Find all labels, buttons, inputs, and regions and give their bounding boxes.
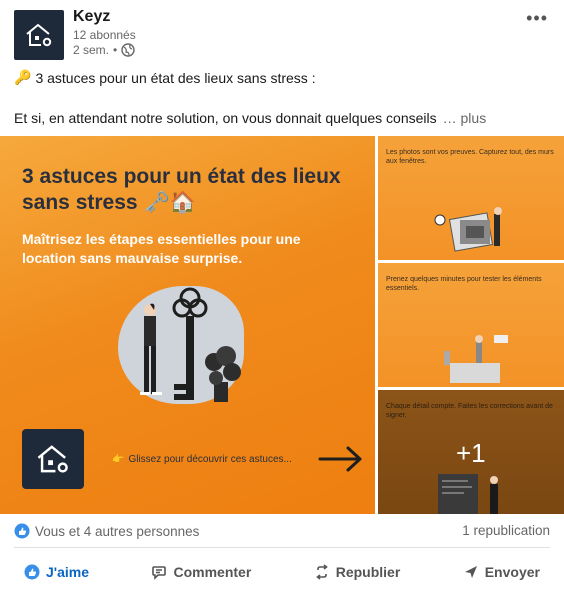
more-options-icon[interactable]: ••• [526, 8, 548, 29]
company-logo[interactable] [14, 10, 64, 60]
more-images-count: +1 [456, 438, 486, 468]
repost-label: Republier [335, 564, 401, 580]
post-media[interactable]: 3 astuces pour un état des lieux sans st… [0, 136, 564, 514]
see-more-link[interactable]: … plus [443, 110, 487, 126]
post-meta: 2 sem. • [73, 43, 135, 57]
like-reaction-icon [14, 523, 30, 539]
company-name[interactable]: Keyz [73, 8, 110, 26]
photos-illustration [434, 207, 502, 252]
swipe-hint-text: Glissez pour découvrir ces astuces... [128, 454, 292, 465]
send-icon [464, 566, 477, 578]
thumbs-up-icon [24, 564, 40, 580]
post-text: 3 astuces pour un état des lieux sans st… [35, 69, 316, 86]
follower-count: 12 abonnés [73, 28, 136, 42]
post-header: Keyz 12 abonnés 2 sem. • ••• [14, 8, 550, 60]
main-image[interactable]: 3 astuces pour un état des lieux sans st… [0, 136, 375, 514]
key-house-emoji-icon: 🗝️🏠 [143, 191, 196, 214]
post-text-line2: Et si, en attendant notre solution, on v… [14, 110, 486, 126]
action-bar: J'aime Commenter Republier Envoyer [14, 558, 550, 586]
post-body: Et si, en attendant notre solution, on v… [14, 110, 437, 126]
home-key-icon [26, 23, 52, 47]
image-logo [22, 429, 84, 489]
reposts-count[interactable]: 1 republication [462, 523, 550, 538]
post-stats: Vous et 4 autres personnes 1 republicati… [14, 522, 550, 542]
carousel-thumbnail-3[interactable]: Chaque détail compte. Faites les correct… [378, 390, 564, 514]
arrow-right-icon [318, 446, 362, 472]
repost-icon [315, 564, 328, 580]
comment-label: Commenter [173, 564, 252, 580]
carousel-thumbnail-2[interactable]: Prenez quelques minutes pour tester les … [378, 263, 564, 387]
home-key-icon [37, 445, 68, 473]
pointing-hand-icon: 👉 [112, 454, 125, 465]
carousel-thumbnail-1[interactable]: Les photos sont vos preuves. Capturez to… [378, 136, 564, 260]
globe-icon [121, 43, 135, 57]
image-subtitle: Maîtrisez les étapes essentielles pour u… [22, 231, 301, 266]
person-with-key-illustration [140, 287, 241, 402]
slide-3-text: Chaque détail compte. Faites les correct… [386, 403, 553, 419]
reactions-text: Vous et 4 autres personnes [35, 523, 200, 539]
swipe-hint: 👉 Glissez pour découvrir ces astuces... [112, 454, 292, 465]
reactions-summary[interactable]: Vous et 4 autres personnes [14, 523, 199, 539]
post-text-line1: 🔑 3 astuces pour un état des lieux sans … [14, 69, 316, 86]
post-time: 2 sem. [73, 43, 110, 57]
image-title: 3 astuces pour un état des lieux sans st… [22, 164, 372, 216]
testing-illustration [444, 335, 508, 383]
like-button[interactable]: J'aime [14, 560, 99, 584]
send-button[interactable]: Envoyer [453, 560, 550, 584]
comment-button[interactable]: Commenter [141, 560, 261, 584]
slide-2-text: Prenez quelques minutes pour tester les … [386, 276, 542, 292]
send-label: Envoyer [484, 564, 540, 580]
separator-dot: • [113, 43, 118, 57]
comment-icon [152, 566, 167, 580]
like-label: J'aime [46, 564, 90, 580]
slide-1-text: Les photos sont vos preuves. Capturez to… [386, 149, 554, 165]
repost-button[interactable]: Republier [304, 560, 411, 584]
key-emoji-icon: 🔑 [14, 69, 32, 85]
document-illustration [438, 474, 498, 514]
divider [14, 547, 550, 548]
